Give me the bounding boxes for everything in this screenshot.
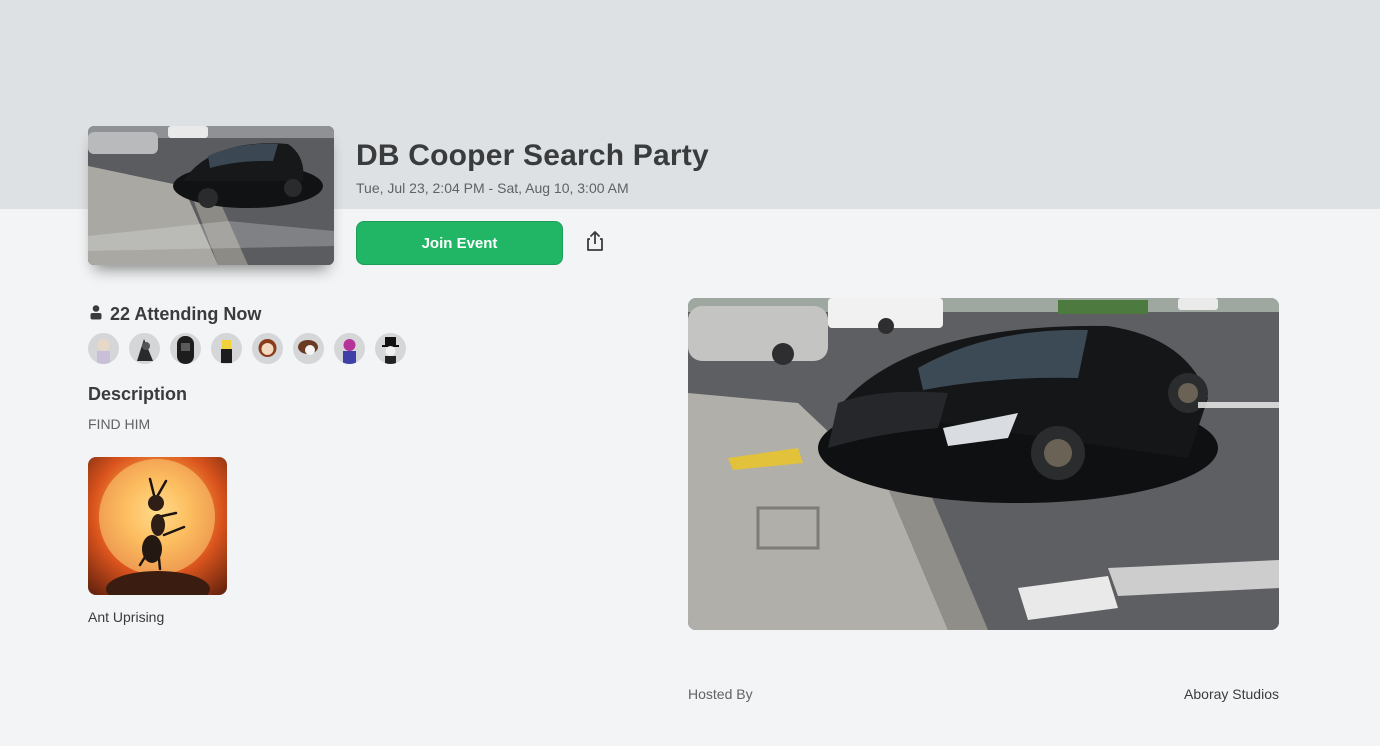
hosted-by-label: Hosted By	[688, 686, 753, 702]
avatar[interactable]	[129, 333, 160, 364]
avatar[interactable]	[211, 333, 242, 364]
event-thumbnail-image	[88, 126, 334, 265]
avatar[interactable]	[170, 333, 201, 364]
avatar[interactable]	[375, 333, 406, 364]
description-heading: Description	[88, 384, 188, 404]
event-dates: Tue, Jul 23, 2:04 PM - Sat, Aug 10, 3:00…	[356, 180, 629, 196]
avatar[interactable]	[252, 333, 283, 364]
avatar[interactable]	[293, 333, 324, 364]
person-icon	[88, 304, 104, 325]
join-event-button[interactable]: Join Event	[356, 221, 563, 265]
ant-game-thumbnail[interactable]	[88, 457, 227, 595]
event-hero-image	[688, 298, 1279, 630]
share-icon	[585, 230, 605, 257]
attendance-count: 22 Attending Now	[88, 304, 261, 325]
avatar[interactable]	[334, 333, 365, 364]
share-button[interactable]	[582, 230, 608, 256]
attendance-label: 22 Attending Now	[110, 304, 262, 324]
host-name-link[interactable]: Aboray Studios	[1184, 686, 1279, 702]
avatar[interactable]	[88, 333, 119, 364]
event-title: DB Cooper Search Party	[356, 139, 709, 172]
description-text: FIND HIM	[88, 416, 151, 432]
game-name-link[interactable]: Ant Uprising	[88, 609, 164, 625]
attendee-avatars	[88, 333, 406, 364]
